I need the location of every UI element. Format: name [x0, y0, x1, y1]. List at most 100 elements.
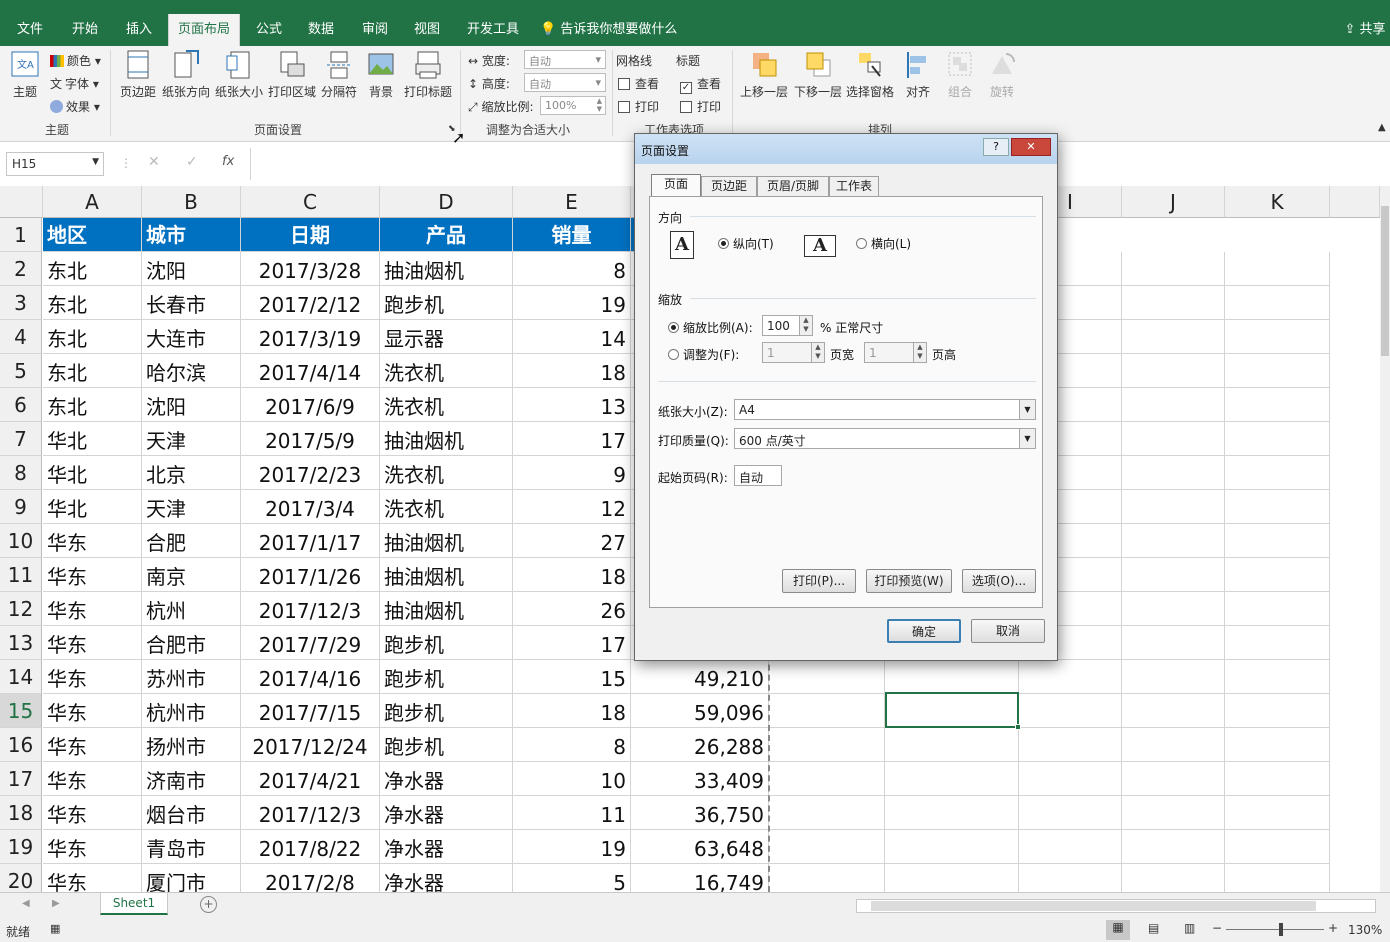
empty-cell[interactable]	[1122, 524, 1225, 558]
row-header[interactable]: 7	[0, 422, 42, 456]
pages-tall-input[interactable]: 1	[864, 342, 914, 363]
table-cell[interactable]: 2017/2/23	[241, 456, 380, 490]
table-cell[interactable]: 华东	[43, 592, 142, 626]
row-header[interactable]: 8	[0, 456, 42, 490]
table-cell[interactable]: 沈阳	[142, 388, 241, 422]
theme-effects-button[interactable]: 效果 ▾	[50, 98, 100, 115]
table-cell[interactable]: 洗衣机	[380, 456, 513, 490]
orientation-button[interactable]: 纸张方向	[160, 50, 212, 100]
table-cell[interactable]: 18	[513, 354, 631, 388]
empty-cell[interactable]	[1225, 252, 1330, 286]
scale-stepper[interactable]: 100% ▲ ▼	[540, 96, 606, 115]
table-cell[interactable]: 净水器	[380, 864, 513, 892]
row-header[interactable]: 17	[0, 762, 42, 796]
empty-cell[interactable]	[1225, 524, 1330, 558]
name-box[interactable]: H15 ▼	[6, 152, 104, 176]
rotate-button[interactable]: 旋转	[982, 50, 1022, 100]
table-cell[interactable]: 2017/4/21	[241, 762, 380, 796]
zoom-level[interactable]: 130%	[1348, 923, 1382, 937]
dialog-title-bar[interactable]: 页面设置 ? ✕	[635, 134, 1057, 164]
column-header[interactable]: B	[142, 186, 241, 218]
row-header[interactable]: 6	[0, 388, 42, 422]
table-cell[interactable]: 33,409	[631, 762, 769, 796]
cancel-button[interactable]: 取消	[971, 619, 1045, 643]
table-cell[interactable]: 洗衣机	[380, 490, 513, 524]
empty-cell[interactable]	[1225, 558, 1330, 592]
vertical-scrollbar[interactable]	[1380, 186, 1390, 892]
close-button[interactable]: ✕	[1011, 138, 1051, 156]
empty-cell[interactable]	[1019, 694, 1122, 728]
row-header[interactable]: 4	[0, 320, 42, 354]
header-cell[interactable]: 产品	[380, 218, 513, 252]
table-cell[interactable]: 华东	[43, 762, 142, 796]
fit-to-radio[interactable]: 调整为(F):	[668, 346, 739, 363]
gridlines-print-checkbox[interactable]: 打印	[618, 98, 659, 115]
empty-cell[interactable]	[1019, 796, 1122, 830]
width-select[interactable]: 自动 ▾	[524, 50, 606, 69]
table-cell[interactable]: 26	[513, 592, 631, 626]
row-header[interactable]: 5	[0, 354, 42, 388]
table-cell[interactable]: 11	[513, 796, 631, 830]
table-cell[interactable]: 厦门市	[142, 864, 241, 892]
table-cell[interactable]: 北京	[142, 456, 241, 490]
pages-wide-input[interactable]: 1	[762, 342, 812, 363]
collapse-ribbon-icon[interactable]: ▲	[1378, 122, 1386, 133]
table-cell[interactable]: 2017/2/12	[241, 286, 380, 320]
table-cell[interactable]: 2017/1/26	[241, 558, 380, 592]
add-sheet-icon[interactable]: +	[200, 896, 217, 913]
table-cell[interactable]: 净水器	[380, 830, 513, 864]
table-cell[interactable]: 2017/3/4	[241, 490, 380, 524]
table-cell[interactable]: 华东	[43, 694, 142, 728]
empty-cell[interactable]	[1122, 388, 1225, 422]
table-cell[interactable]: 东北	[43, 286, 142, 320]
table-cell[interactable]: 东北	[43, 354, 142, 388]
empty-cell[interactable]	[1225, 592, 1330, 626]
table-cell[interactable]: 12	[513, 490, 631, 524]
empty-cell[interactable]	[1122, 490, 1225, 524]
dialog-tab-sheet[interactable]: 工作表	[829, 176, 879, 196]
table-cell[interactable]: 36,750	[631, 796, 769, 830]
macro-record-icon[interactable]: ▦	[50, 922, 60, 935]
table-cell[interactable]: 2017/12/24	[241, 728, 380, 762]
table-cell[interactable]: 49,210	[631, 660, 769, 694]
table-cell[interactable]: 跑步机	[380, 728, 513, 762]
empty-cell[interactable]	[1225, 762, 1330, 796]
empty-cell[interactable]	[1225, 728, 1330, 762]
horizontal-scrollbar-thumb[interactable]	[871, 901, 1316, 911]
pages-wide-spin-icon[interactable]: ▲ ▼	[811, 342, 825, 363]
zoom-slider[interactable]	[1226, 929, 1324, 930]
select-all-corner[interactable]	[0, 186, 43, 218]
theme-fonts-button[interactable]: 文字体 ▾	[50, 75, 99, 92]
table-cell[interactable]: 抽油烟机	[380, 592, 513, 626]
table-cell[interactable]: 2017/4/16	[241, 660, 380, 694]
empty-cell[interactable]	[1122, 422, 1225, 456]
empty-cell[interactable]	[1019, 762, 1122, 796]
empty-cell[interactable]	[1122, 286, 1225, 320]
empty-cell[interactable]	[1225, 422, 1330, 456]
table-cell[interactable]: 洗衣机	[380, 354, 513, 388]
table-cell[interactable]: 杭州	[142, 592, 241, 626]
group-objects-button[interactable]: 组合	[940, 50, 980, 100]
ok-button[interactable]: 确定	[887, 619, 961, 643]
empty-cell[interactable]	[1122, 558, 1225, 592]
selected-cell-h15[interactable]	[885, 692, 1021, 730]
empty-cell[interactable]	[885, 864, 1019, 892]
row-header[interactable]: 10	[0, 524, 42, 558]
table-cell[interactable]: 净水器	[380, 762, 513, 796]
headings-print-checkbox[interactable]: 打印	[680, 98, 721, 115]
column-header[interactable]: D	[380, 186, 513, 218]
tab-page-layout[interactable]: 页面布局	[168, 14, 240, 46]
table-cell[interactable]: 东北	[43, 320, 142, 354]
empty-cell[interactable]	[1225, 388, 1330, 422]
table-cell[interactable]: 沈阳	[142, 252, 241, 286]
row-header[interactable]: 20	[0, 864, 42, 892]
adjust-to-radio[interactable]: 缩放比例(A):	[668, 319, 753, 336]
landscape-radio[interactable]: 横向(L)	[856, 235, 911, 252]
table-cell[interactable]: 15	[513, 660, 631, 694]
row-header[interactable]: 19	[0, 830, 42, 864]
table-cell[interactable]: 天津	[142, 422, 241, 456]
column-header[interactable]: E	[513, 186, 631, 218]
table-cell[interactable]: 跑步机	[380, 694, 513, 728]
table-cell[interactable]: 8	[513, 252, 631, 286]
column-header[interactable]: A	[43, 186, 142, 218]
